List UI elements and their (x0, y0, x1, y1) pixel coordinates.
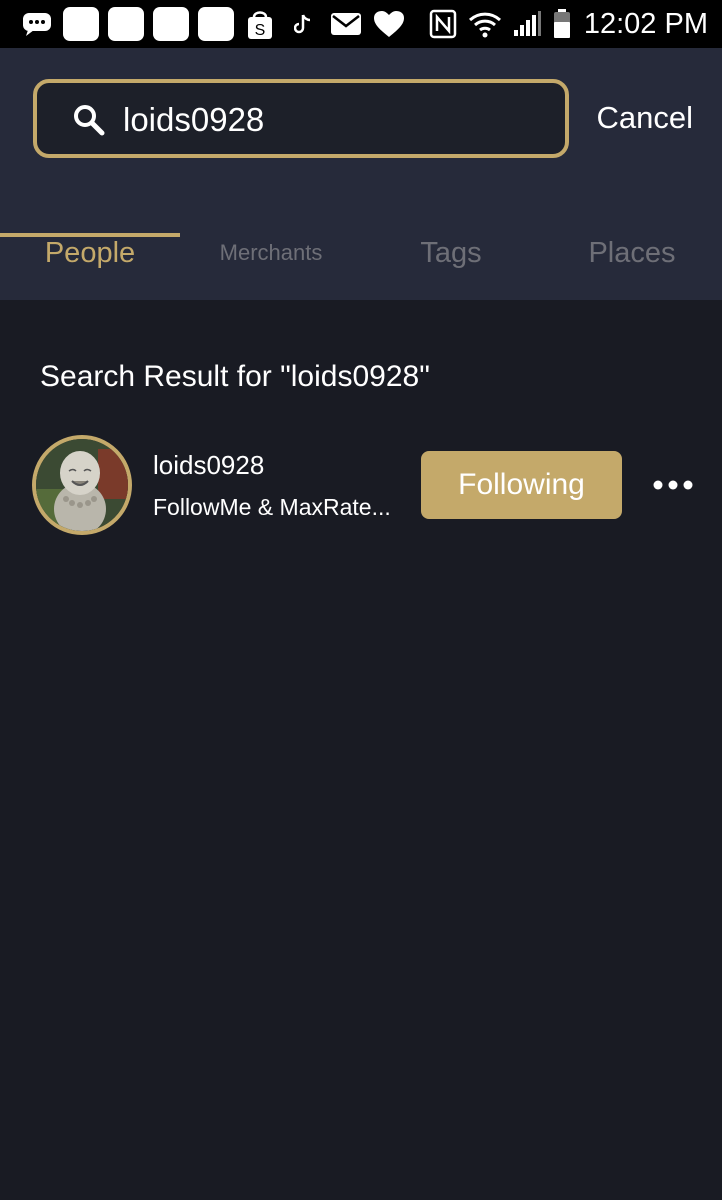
app-icon (153, 7, 189, 41)
result-username[interactable]: loids0928 (153, 450, 264, 481)
shopee-bag-icon: S (243, 7, 277, 41)
search-header: loids0928 Cancel People Merchants Tags P… (0, 48, 722, 300)
heart-icon (372, 7, 406, 41)
search-tabs: People Merchants Tags Places (0, 220, 722, 300)
search-icon (72, 103, 106, 137)
result-bio: FollowMe & MaxRate... (153, 494, 391, 520)
app-icon (108, 7, 144, 41)
system-icons: 12:02 PM (426, 7, 708, 41)
following-button[interactable]: Following (421, 451, 622, 519)
app-icon (198, 7, 234, 41)
avatar[interactable] (32, 435, 132, 535)
tab-merchants[interactable]: Merchants (181, 220, 361, 286)
list-item[interactable]: loids0928 FollowMe & MaxRate... Followin… (0, 432, 722, 540)
tab-tags[interactable]: Tags (361, 220, 541, 286)
app-icon (63, 7, 99, 41)
mail-icon (329, 7, 363, 41)
tab-places[interactable]: Places (542, 220, 722, 286)
cancel-button[interactable]: Cancel (597, 100, 694, 136)
status-bar: S 12:02 PM (0, 0, 722, 48)
active-tab-indicator (0, 233, 180, 237)
status-time: 12:02 PM (583, 7, 708, 40)
search-query[interactable]: loids0928 (123, 101, 264, 139)
wifi-icon (468, 7, 502, 41)
more-options-icon[interactable] (648, 470, 698, 500)
battery-icon (552, 7, 572, 41)
chat-dots-icon (20, 7, 54, 41)
nfc-icon (426, 7, 460, 41)
svg-text:S: S (255, 22, 266, 39)
tiktok-icon (286, 7, 320, 41)
notification-icons: S (20, 7, 406, 41)
tab-people[interactable]: People (0, 220, 180, 286)
search-input[interactable]: loids0928 (33, 79, 569, 158)
results-heading: Search Result for "loids0928" (40, 360, 430, 393)
signal-icon (510, 7, 544, 41)
